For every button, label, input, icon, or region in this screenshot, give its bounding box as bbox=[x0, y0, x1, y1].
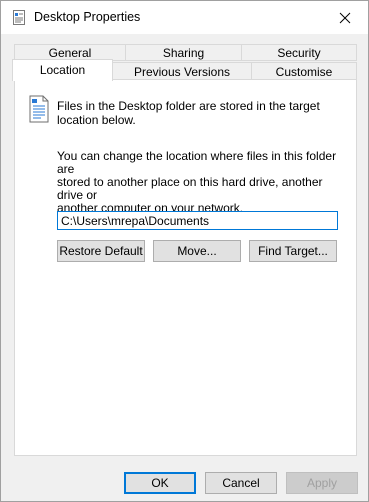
properties-icon bbox=[13, 10, 25, 25]
move-button[interactable]: Move... bbox=[153, 240, 241, 262]
tab-location[interactable]: Location bbox=[12, 59, 113, 81]
properties-window: Desktop Properties General Sharing Secur… bbox=[0, 0, 369, 502]
title-bar: Desktop Properties bbox=[1, 1, 368, 34]
location-info-text: Files in the Desktop folder are stored i… bbox=[57, 99, 327, 127]
location-description: You can change the location where files … bbox=[57, 150, 347, 215]
window-title: Desktop Properties bbox=[34, 10, 141, 24]
find-target-button[interactable]: Find Target... bbox=[249, 240, 337, 262]
restore-default-button[interactable]: Restore Default bbox=[57, 240, 145, 262]
description-line: You can change the location where files … bbox=[57, 149, 337, 176]
info-line: location below. bbox=[57, 113, 136, 127]
location-panel: Files in the Desktop folder are stored i… bbox=[14, 79, 357, 456]
close-button[interactable] bbox=[322, 1, 368, 34]
description-line: stored to another place on this hard dri… bbox=[57, 175, 323, 202]
tab-sharing[interactable]: Sharing bbox=[125, 44, 242, 61]
location-path-input[interactable] bbox=[57, 211, 338, 230]
apply-button[interactable]: Apply bbox=[286, 472, 358, 494]
cancel-button[interactable]: Cancel bbox=[205, 472, 277, 494]
tab-previous-versions[interactable]: Previous Versions bbox=[112, 62, 252, 80]
close-icon bbox=[339, 12, 351, 23]
tab-security[interactable]: Security bbox=[241, 44, 357, 61]
ok-button[interactable]: OK bbox=[124, 472, 196, 494]
document-icon bbox=[29, 95, 49, 123]
info-line: Files in the Desktop folder are stored i… bbox=[57, 99, 320, 113]
tab-customise[interactable]: Customise bbox=[251, 62, 357, 80]
